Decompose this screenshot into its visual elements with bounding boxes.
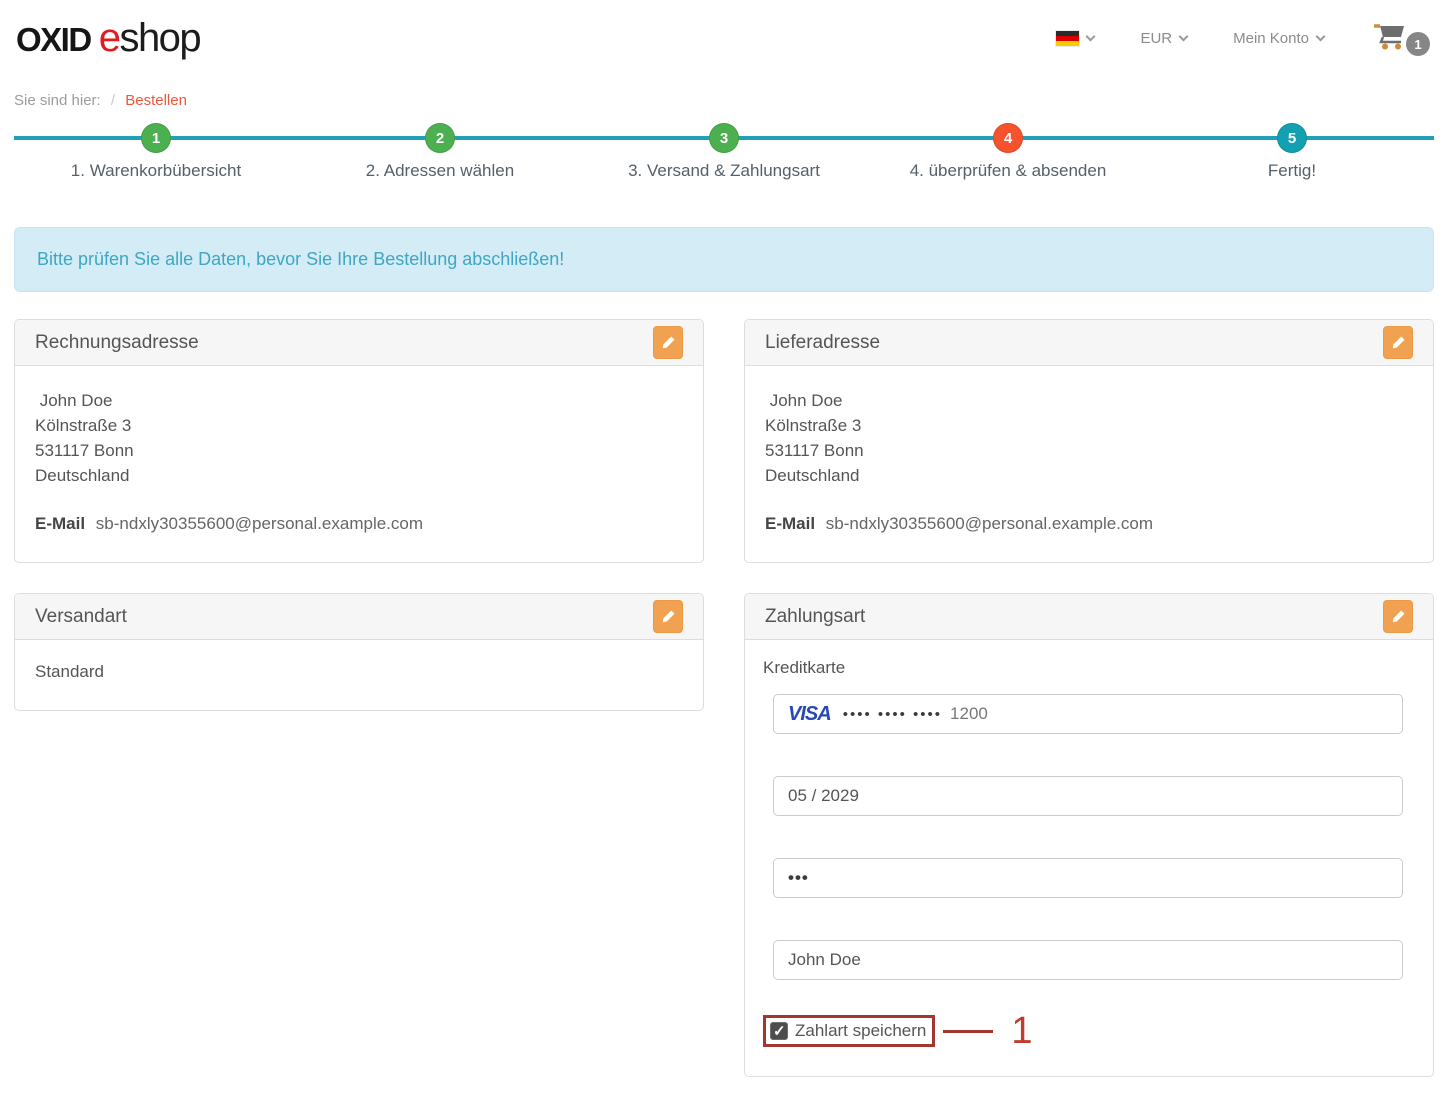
step-circle[interactable]: 3	[709, 123, 739, 153]
card-expiry-field[interactable]: 05 / 2029	[773, 776, 1403, 816]
shipping-method-header: Versandart	[15, 594, 703, 640]
address-street: Kölnstraße 3	[765, 413, 1413, 438]
account-menu[interactable]: Mein Konto	[1233, 30, 1324, 47]
billing-address-header: Rechnungsadresse	[15, 320, 703, 366]
billing-address-panel: Rechnungsadresse John Doe Kölnstraße 3 5…	[14, 319, 704, 563]
account-label: Mein Konto	[1233, 30, 1309, 47]
edit-delivery-button[interactable]	[1383, 326, 1413, 359]
breadcrumb: Sie sind hier: / Bestellen	[14, 92, 1434, 109]
logo-oxid-text: OXID	[16, 21, 91, 59]
delivery-address-panel: Lieferadresse John Doe Kölnstraße 3 5311…	[744, 319, 1434, 563]
payment-body: Kreditkarte VISA •••• •••• •••• 1200 05 …	[745, 640, 1433, 1076]
step-label: 1. Warenkorbübersicht	[71, 161, 241, 181]
payment-method-label: Kreditkarte	[763, 658, 1403, 678]
billing-address-body: John Doe Kölnstraße 3 531117 Bonn Deutsc…	[15, 366, 703, 562]
step-order: 4 4. überprüfen & absenden	[866, 123, 1150, 181]
edit-icon	[1391, 609, 1406, 624]
breadcrumb-separator: /	[111, 92, 115, 109]
address-city: 531117 Bonn	[35, 438, 683, 463]
order-overview: Rechnungsadresse John Doe Kölnstraße 3 5…	[14, 319, 1434, 1077]
card-number-field[interactable]: VISA •••• •••• •••• 1200	[773, 694, 1403, 734]
logo-eshop-text: eshop	[99, 16, 201, 61]
delivery-address-header: Lieferadresse	[745, 320, 1433, 366]
currency-label: EUR	[1140, 30, 1172, 47]
shipping-method-value: Standard	[35, 662, 683, 682]
card-cvc-value: •••	[788, 868, 809, 888]
edit-shipping-method-button[interactable]	[653, 600, 683, 633]
card-expiry-value: 05 / 2029	[788, 786, 859, 806]
email-value: sb-ndxly30355600@personal.example.com	[826, 514, 1153, 533]
card-last4: 1200	[950, 704, 988, 724]
edit-billing-button[interactable]	[653, 326, 683, 359]
card-holder-field[interactable]: John Doe	[773, 940, 1403, 980]
save-payment-row: Zahlart speichern 1	[763, 1012, 1403, 1050]
shop-logo[interactable]: OXID eshop	[16, 16, 200, 61]
email-value: sb-ndxly30355600@personal.example.com	[96, 514, 423, 533]
save-payment-checkbox[interactable]	[770, 1022, 788, 1040]
step-circle[interactable]: 2	[425, 123, 455, 153]
delivery-address-body: John Doe Kölnstraße 3 531117 Bonn Deutsc…	[745, 366, 1433, 562]
header-nav: EUR Mein Konto 1	[1056, 20, 1430, 56]
email-label: E-Mail	[35, 514, 85, 533]
annotation-callout-line	[943, 1030, 993, 1033]
breadcrumb-prefix: Sie sind hier:	[14, 92, 101, 109]
cart-count-badge: 1	[1406, 32, 1430, 56]
annotation-highlight-box: Zahlart speichern	[763, 1015, 935, 1047]
step-pay: 3 3. Versand & Zahlungsart	[582, 123, 866, 181]
step-label: 3. Versand & Zahlungsart	[628, 161, 820, 181]
shipping-method-body: Standard	[15, 640, 703, 710]
address-name: John Doe	[765, 388, 1413, 413]
step-label: 2. Adressen wählen	[366, 161, 514, 181]
address-street: Kölnstraße 3	[35, 413, 683, 438]
cart-icon	[1370, 20, 1410, 52]
visa-logo-icon: VISA	[788, 703, 831, 726]
email-row: E-Mail sb-ndxly30355600@personal.example…	[765, 514, 1413, 534]
step-done: 5 Fertig!	[1150, 123, 1434, 181]
german-flag-icon	[1056, 31, 1079, 46]
step-label: 4. überprüfen & absenden	[910, 161, 1107, 181]
chevron-down-icon	[1086, 31, 1096, 41]
step-circle[interactable]: 5	[1277, 123, 1307, 153]
step-label: Fertig!	[1268, 161, 1316, 181]
left-column: Rechnungsadresse John Doe Kölnstraße 3 5…	[14, 319, 704, 711]
panel-title: Rechnungsadresse	[35, 332, 199, 354]
shipping-method-panel: Versandart Standard	[14, 593, 704, 711]
card-cvc-field[interactable]: •••	[773, 858, 1403, 898]
address-city: 531117 Bonn	[765, 438, 1413, 463]
step-circle[interactable]: 4	[993, 123, 1023, 153]
edit-payment-button[interactable]	[1383, 600, 1413, 633]
header: OXID eshop EUR Mein Konto 1	[0, 0, 1448, 64]
panel-title: Lieferadresse	[765, 332, 880, 354]
panel-title: Zahlungsart	[765, 606, 865, 628]
chevron-down-icon	[1316, 31, 1326, 41]
step-circle[interactable]: 1	[141, 123, 171, 153]
check-data-banner: Bitte prüfen Sie alle Daten, bevor Sie I…	[14, 227, 1434, 292]
step-basket: 1 1. Warenkorbübersicht	[14, 123, 298, 181]
right-column: Lieferadresse John Doe Kölnstraße 3 5311…	[744, 319, 1434, 1077]
payment-header: Zahlungsart	[745, 594, 1433, 640]
panel-title: Versandart	[35, 606, 127, 628]
payment-panel: Zahlungsart Kreditkarte VISA •••• •••• •…	[744, 593, 1434, 1077]
card-holder-value: John Doe	[788, 950, 861, 970]
chevron-down-icon	[1179, 31, 1189, 41]
checkout-progress: 1 1. Warenkorbübersicht 2 2. Adressen wä…	[14, 123, 1434, 185]
email-row: E-Mail sb-ndxly30355600@personal.example…	[35, 514, 683, 534]
annotation-number: 1	[1011, 1012, 1032, 1050]
email-label: E-Mail	[765, 514, 815, 533]
edit-icon	[661, 335, 676, 350]
edit-icon	[661, 609, 676, 624]
address-name: John Doe	[35, 388, 683, 413]
currency-selector[interactable]: EUR	[1140, 30, 1187, 47]
cart-button[interactable]: 1	[1370, 20, 1430, 56]
step-address: 2 2. Adressen wählen	[298, 123, 582, 181]
address-country: Deutschland	[765, 463, 1413, 488]
edit-icon	[1391, 335, 1406, 350]
card-masked-digits: •••• •••• ••••	[843, 706, 942, 723]
save-payment-label[interactable]: Zahlart speichern	[795, 1021, 926, 1041]
address-country: Deutschland	[35, 463, 683, 488]
language-selector[interactable]	[1056, 31, 1094, 46]
breadcrumb-current[interactable]: Bestellen	[125, 92, 187, 109]
